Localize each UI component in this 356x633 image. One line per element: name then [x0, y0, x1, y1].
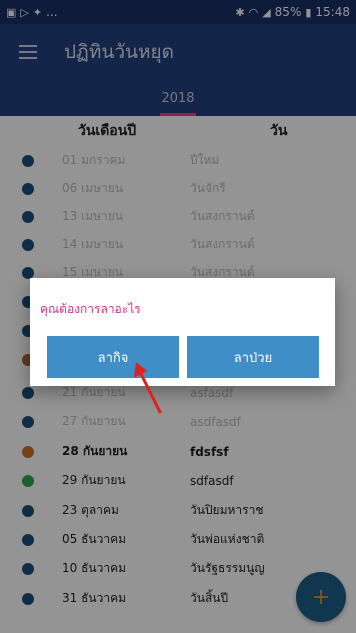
annotation-arrow-icon — [134, 362, 162, 414]
